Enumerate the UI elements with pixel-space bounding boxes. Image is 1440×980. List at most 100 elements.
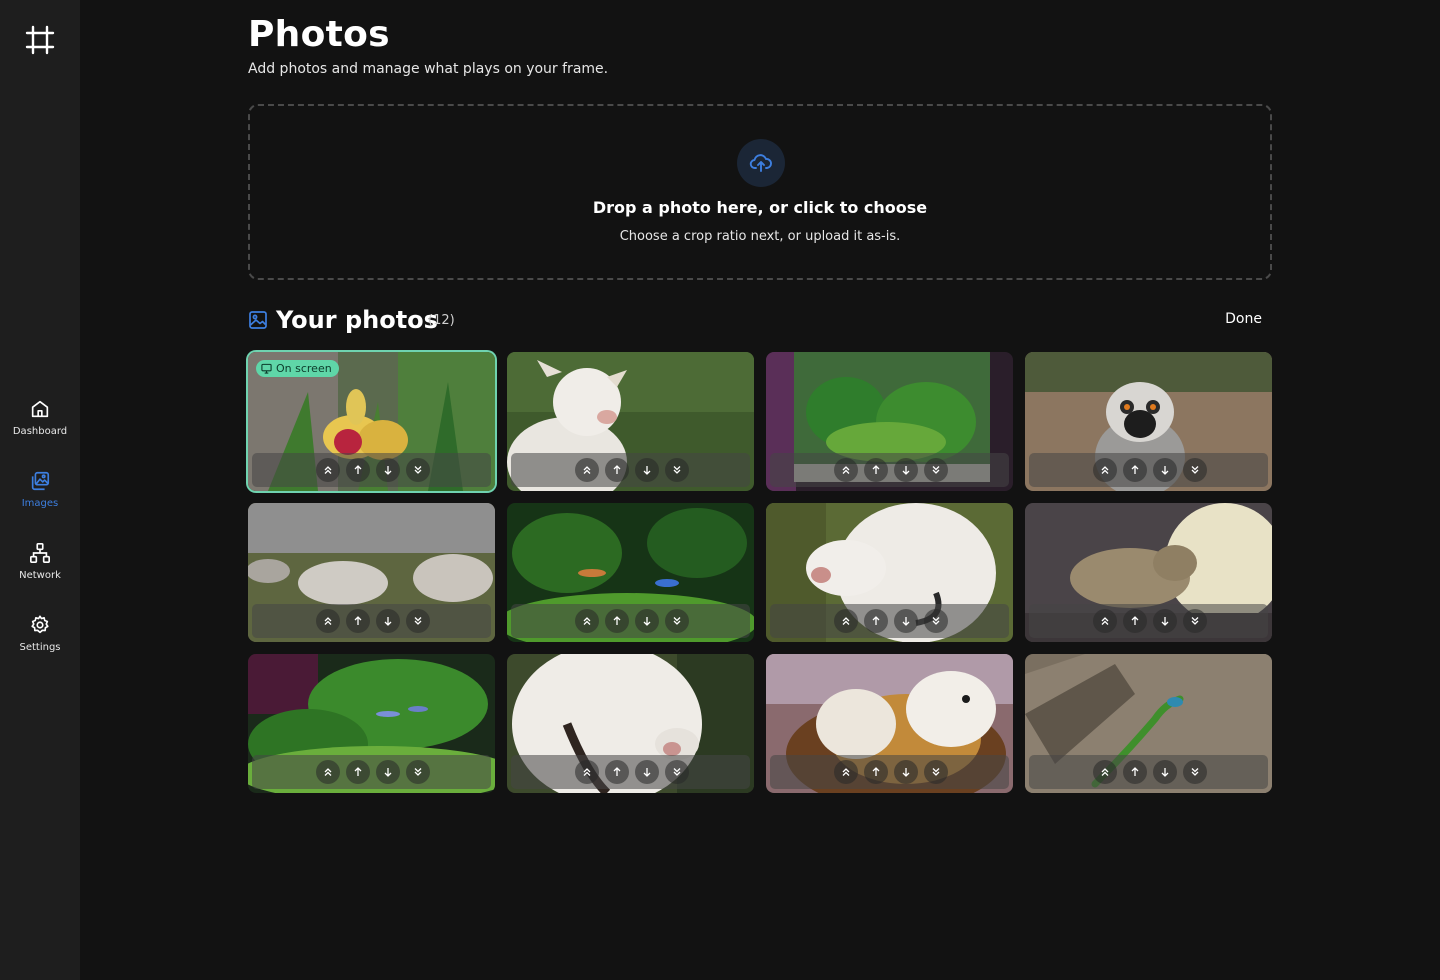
- move-to-bottom-button[interactable]: [406, 760, 430, 784]
- move-to-bottom-icon: [414, 466, 422, 474]
- move-up-button[interactable]: [864, 609, 888, 633]
- sidebar-item-images[interactable]: Images: [0, 466, 80, 538]
- photo-tile[interactable]: On screen: [248, 352, 495, 491]
- move-up-button[interactable]: [605, 609, 629, 633]
- move-to-top-button[interactable]: [834, 760, 858, 784]
- move-up-icon: [1131, 465, 1139, 474]
- sidebar-item-settings[interactable]: Settings: [0, 610, 80, 682]
- photo-tile[interactable]: [507, 503, 754, 642]
- move-down-button[interactable]: [894, 760, 918, 784]
- photo-tile[interactable]: [507, 654, 754, 793]
- move-up-button[interactable]: [864, 458, 888, 482]
- photo-tile[interactable]: [766, 352, 1013, 491]
- move-to-bottom-button[interactable]: [1183, 458, 1207, 482]
- move-down-button[interactable]: [376, 609, 400, 633]
- section-title: Your photos: [276, 306, 438, 334]
- photo-controls: [1029, 453, 1268, 487]
- move-to-top-icon: [842, 617, 850, 625]
- page-subtitle: Add photos and manage what plays on your…: [248, 61, 609, 77]
- move-down-button[interactable]: [1153, 609, 1177, 633]
- photo-tile[interactable]: [1025, 654, 1272, 793]
- sidebar: Dashboard Images Network Settings: [0, 0, 80, 980]
- move-to-top-icon: [842, 768, 850, 776]
- move-up-icon: [354, 465, 362, 474]
- sidebar-item-network[interactable]: Network: [0, 538, 80, 610]
- move-to-bottom-icon: [414, 617, 422, 625]
- move-to-top-icon: [583, 768, 591, 776]
- move-up-button[interactable]: [1123, 760, 1147, 784]
- move-down-button[interactable]: [635, 760, 659, 784]
- move-to-top-icon: [583, 617, 591, 625]
- photo-tile[interactable]: [248, 654, 495, 793]
- move-down-icon: [643, 466, 651, 475]
- image-icon: [249, 311, 267, 329]
- move-up-button[interactable]: [605, 760, 629, 784]
- photo-tile[interactable]: [507, 352, 754, 491]
- move-down-button[interactable]: [894, 458, 918, 482]
- upload-icon-wrap: [737, 139, 785, 187]
- move-down-button[interactable]: [1153, 760, 1177, 784]
- move-down-button[interactable]: [376, 458, 400, 482]
- move-to-bottom-button[interactable]: [924, 458, 948, 482]
- move-up-icon: [1131, 767, 1139, 776]
- sidebar-nav: Dashboard Images Network Settings: [0, 394, 80, 682]
- move-up-button[interactable]: [346, 458, 370, 482]
- move-to-top-button[interactable]: [1093, 609, 1117, 633]
- move-to-top-button[interactable]: [316, 458, 340, 482]
- move-to-bottom-button[interactable]: [665, 458, 689, 482]
- done-button[interactable]: Done: [1225, 311, 1262, 327]
- sidebar-item-dashboard[interactable]: Dashboard: [0, 394, 80, 466]
- move-to-top-button[interactable]: [316, 609, 340, 633]
- move-up-button[interactable]: [864, 760, 888, 784]
- move-down-icon: [384, 768, 392, 777]
- photo-dropzone[interactable]: Drop a photo here, or click to choose Ch…: [248, 104, 1272, 280]
- move-down-icon: [1161, 466, 1169, 475]
- photo-tile[interactable]: [766, 503, 1013, 642]
- move-to-top-button[interactable]: [1093, 458, 1117, 482]
- move-to-top-button[interactable]: [575, 609, 599, 633]
- dropzone-subtitle: Choose a crop ratio next, or upload it a…: [619, 229, 901, 244]
- photo-tile[interactable]: [1025, 352, 1272, 491]
- home-icon: [31, 400, 49, 418]
- network-icon: [30, 543, 50, 563]
- move-down-button[interactable]: [635, 458, 659, 482]
- move-up-button[interactable]: [605, 458, 629, 482]
- move-up-icon: [613, 767, 621, 776]
- move-up-button[interactable]: [1123, 609, 1147, 633]
- move-down-button[interactable]: [1153, 458, 1177, 482]
- move-to-bottom-icon: [673, 617, 681, 625]
- move-to-top-button[interactable]: [575, 458, 599, 482]
- move-to-top-icon: [1101, 466, 1109, 474]
- move-to-top-button[interactable]: [834, 458, 858, 482]
- move-to-top-button[interactable]: [575, 760, 599, 784]
- move-down-icon: [902, 768, 910, 777]
- photo-tile[interactable]: [766, 654, 1013, 793]
- frame-hash-icon[interactable]: [24, 24, 56, 56]
- move-up-button[interactable]: [346, 609, 370, 633]
- photo-tile[interactable]: [1025, 503, 1272, 642]
- move-down-button[interactable]: [894, 609, 918, 633]
- move-to-bottom-button[interactable]: [665, 760, 689, 784]
- move-up-icon: [872, 767, 880, 776]
- move-to-top-button[interactable]: [316, 760, 340, 784]
- move-to-bottom-button[interactable]: [924, 609, 948, 633]
- move-to-bottom-button[interactable]: [924, 760, 948, 784]
- move-to-bottom-button[interactable]: [406, 458, 430, 482]
- move-up-icon: [613, 465, 621, 474]
- move-down-button[interactable]: [376, 760, 400, 784]
- move-to-top-button[interactable]: [834, 609, 858, 633]
- photo-controls: [511, 604, 750, 638]
- move-to-bottom-button[interactable]: [1183, 760, 1207, 784]
- photo-tile[interactable]: [248, 503, 495, 642]
- move-up-button[interactable]: [346, 760, 370, 784]
- move-down-button[interactable]: [635, 609, 659, 633]
- move-to-bottom-button[interactable]: [406, 609, 430, 633]
- photo-controls: [511, 755, 750, 789]
- move-up-icon: [354, 616, 362, 625]
- photo-controls: [1029, 755, 1268, 789]
- move-down-icon: [643, 768, 651, 777]
- move-up-button[interactable]: [1123, 458, 1147, 482]
- move-to-top-button[interactable]: [1093, 760, 1117, 784]
- move-to-bottom-button[interactable]: [665, 609, 689, 633]
- move-to-bottom-button[interactable]: [1183, 609, 1207, 633]
